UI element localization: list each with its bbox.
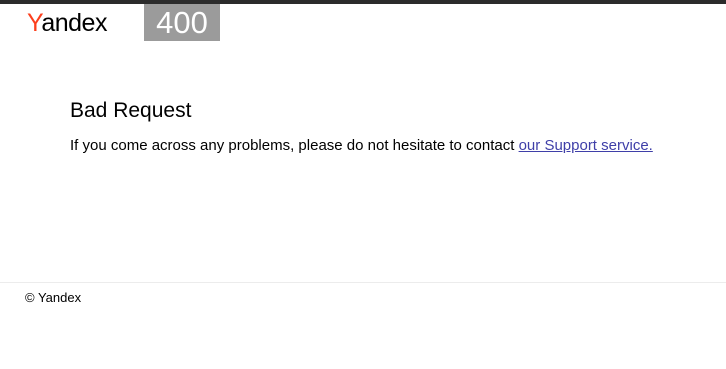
copyright-text: © Yandex xyxy=(25,290,82,305)
yandex-logo[interactable]: Yandex xyxy=(27,8,107,38)
error-content: Bad Request If you come across any probl… xyxy=(70,98,710,156)
page-title: Bad Request xyxy=(70,99,192,122)
logo-rest: andex xyxy=(41,9,107,37)
footer-divider xyxy=(0,282,726,283)
error-message: If you come across any problems, please … xyxy=(70,136,710,156)
header: Yandex 400 xyxy=(0,4,726,42)
footer: © Yandex xyxy=(25,290,81,306)
support-link[interactable]: our Support service. xyxy=(519,137,653,154)
error-message-text: If you come across any problems, please … xyxy=(70,137,519,154)
logo-first-letter: Y xyxy=(27,9,42,37)
error-code-badge: 400 xyxy=(144,4,220,41)
